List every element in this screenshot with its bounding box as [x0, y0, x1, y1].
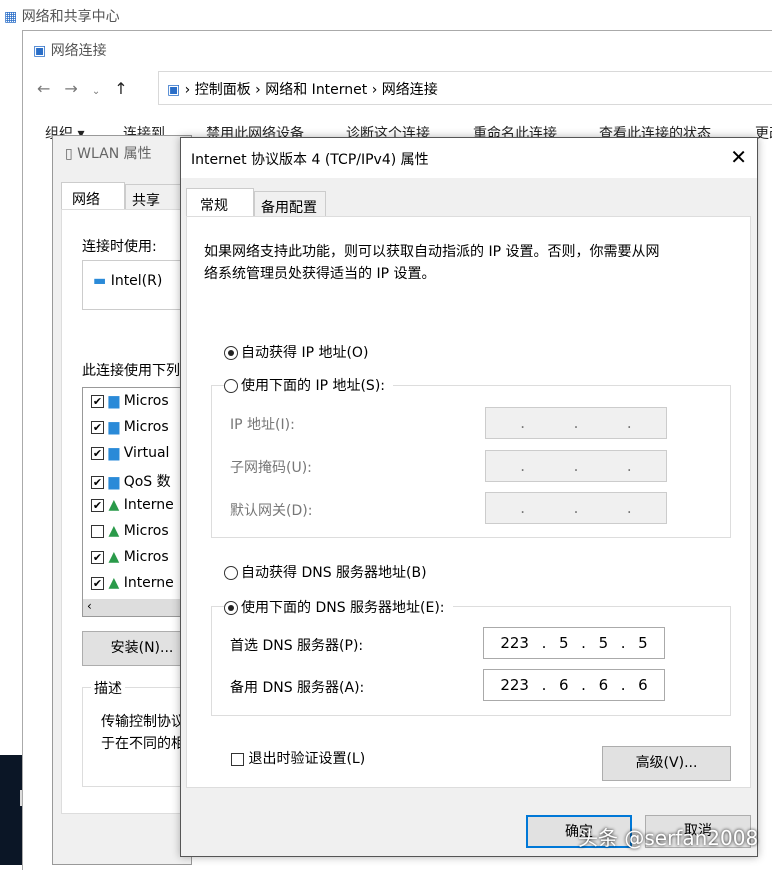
component-checkbox[interactable]: [91, 524, 104, 538]
description-line: 传输控制协议: [101, 714, 185, 730]
network-center-icon: ▦: [4, 9, 18, 25]
description-title: 描述: [91, 678, 125, 698]
subnet-mask-field[interactable]: ...: [485, 450, 667, 482]
component-icon: ▲: [108, 523, 120, 539]
address-icon: ▣: [167, 82, 181, 98]
back-icon[interactable]: ←: [37, 79, 64, 98]
description-line: 于在不同的相: [101, 736, 185, 752]
component-checkbox[interactable]: ✔: [91, 550, 104, 564]
nav-buttons: ←→⌄↑: [37, 79, 142, 98]
breadcrumb-control-panel[interactable]: 控制面板: [195, 82, 251, 98]
preferred-dns-field[interactable]: 223. 5. 5. 5: [483, 627, 665, 659]
validate-checkbox[interactable]: 退出时验证设置(L): [231, 748, 365, 768]
component-checkbox[interactable]: ✔: [91, 475, 104, 489]
ip-address-label: IP 地址(I):: [230, 417, 295, 433]
up-icon[interactable]: ↑: [114, 79, 141, 98]
wlan-properties-dialog: ▯ WLAN 属性 网络 共享 连接时使用: ▬ Intel(R) 此连接使用下…: [52, 135, 202, 865]
gateway-label: 默认网关(D):: [230, 503, 313, 519]
subnet-mask-label: 子网掩码(U):: [230, 460, 312, 476]
manual-dns-radio[interactable]: 使用下面的 DNS 服务器地址(E):: [224, 597, 453, 617]
tab-network[interactable]: 网络: [61, 182, 125, 210]
outer-window-title: ▦ 网络和共享中心: [4, 9, 120, 25]
preferred-dns-label: 首选 DNS 服务器(P):: [230, 638, 364, 654]
explorer-title: ▣ 网络连接: [33, 43, 107, 59]
forward-icon[interactable]: →: [64, 79, 91, 98]
manual-ip-radio[interactable]: 使用下面的 IP 地址(S):: [224, 375, 393, 395]
intro-text: 如果网络支持此功能，则可以获取自动指派的 IP 设置。否则，你需要从网: [204, 244, 660, 260]
component-checkbox[interactable]: ✔: [91, 446, 104, 460]
ip-address-field[interactable]: ...: [485, 407, 667, 439]
component-checkbox[interactable]: ✔: [91, 498, 104, 512]
connect-using-label: 连接时使用:: [82, 239, 157, 255]
general-panel: 如果网络支持此功能，则可以获取自动指派的 IP 设置。否则，你需要从网 络系统管…: [186, 216, 751, 788]
component-icon: ▆: [108, 474, 120, 490]
ipv4-titlebar: Internet 协议版本 4 (TCP/IPv4) 属性 ✕: [181, 138, 757, 178]
component-icon: ▆: [108, 445, 120, 461]
intro-text: 络系统管理员处获得适当的 IP 设置。: [204, 266, 436, 282]
alternate-dns-label: 备用 DNS 服务器(A):: [230, 680, 365, 696]
breadcrumb-network-connections[interactable]: 网络连接: [382, 82, 438, 98]
adapter-icon: ▬: [93, 273, 107, 289]
component-icon: ▆: [108, 393, 120, 409]
close-icon[interactable]: ✕: [730, 145, 747, 169]
address-bar[interactable]: ▣ › 控制面板 › 网络和 Internet › 网络连接: [158, 71, 772, 105]
component-checkbox[interactable]: ✔: [91, 576, 104, 590]
network-icon: ▣: [33, 43, 47, 59]
tab-sharing[interactable]: 共享: [125, 184, 185, 210]
ipv4-title: Internet 协议版本 4 (TCP/IPv4) 属性: [191, 152, 429, 168]
component-icon: ▲: [108, 575, 120, 591]
items-label: 此连接使用下列: [82, 363, 180, 379]
component-checkbox[interactable]: ✔: [91, 394, 104, 408]
wlan-adapter-icon: ▯: [65, 146, 73, 162]
tab-alternate-config[interactable]: 备用配置: [254, 191, 326, 217]
recent-icon[interactable]: ⌄: [92, 86, 114, 97]
component-checkbox[interactable]: ✔: [91, 420, 104, 434]
watermark: 头条 @serfan2008: [578, 826, 759, 850]
wlan-title: ▯ WLAN 属性: [65, 146, 152, 162]
advanced-button[interactable]: 高级(V)...: [602, 746, 731, 781]
component-icon: ▲: [108, 497, 120, 513]
breadcrumb-network-internet[interactable]: 网络和 Internet: [265, 82, 367, 98]
tab-general[interactable]: 常规: [186, 188, 254, 218]
ipv4-properties-dialog: Internet 协议版本 4 (TCP/IPv4) 属性 ✕ 常规 备用配置 …: [180, 137, 758, 857]
alternate-dns-field[interactable]: 223. 6. 6. 6: [483, 669, 665, 701]
auto-ip-radio[interactable]: 自动获得 IP 地址(O): [224, 342, 368, 362]
auto-dns-radio[interactable]: 自动获得 DNS 服务器地址(B): [224, 562, 427, 582]
component-icon: ▲: [108, 549, 120, 565]
gateway-field[interactable]: ...: [485, 492, 667, 524]
component-icon: ▆: [108, 419, 120, 435]
